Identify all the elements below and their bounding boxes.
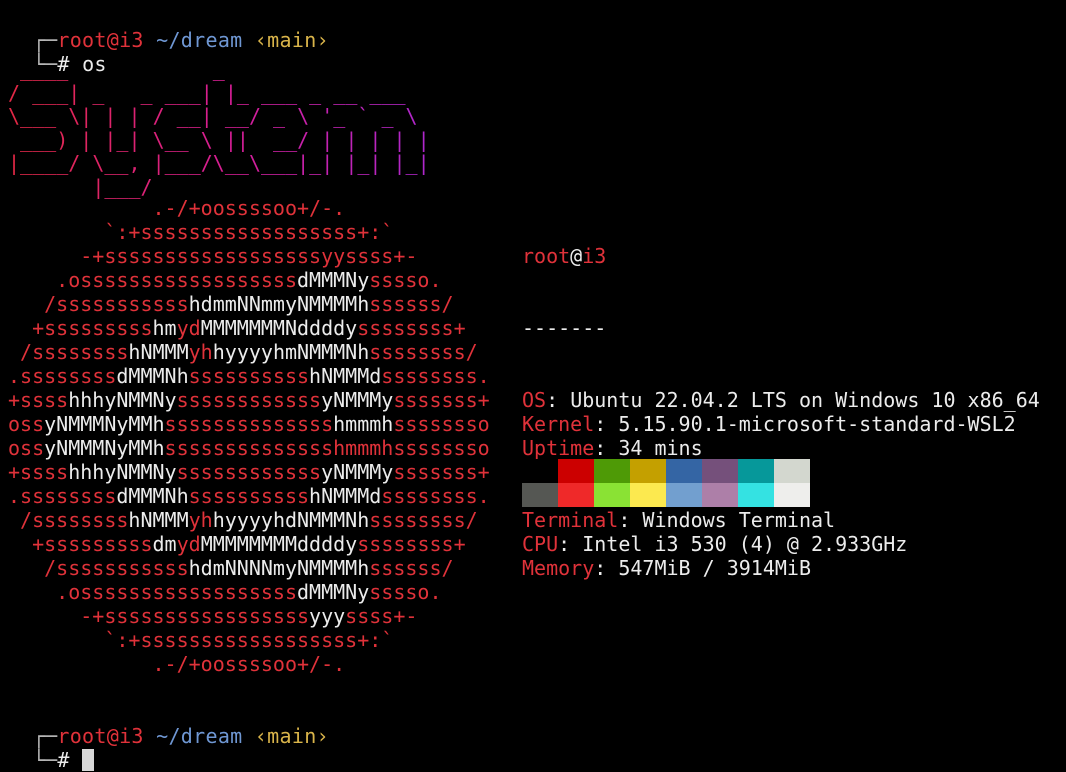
prompt-line-2: ┌─root@i3 ~/dream ‹main› <box>8 700 329 748</box>
logo-line: .ossssssssssssssssssdMMMNysssso. <box>8 268 442 292</box>
ubuntu-ascii-logo: .-/+oossssoo+/-. `:+ssssssssssssssssss+:… <box>8 196 490 676</box>
terminal-cursor[interactable] <box>82 749 95 771</box>
info-row-terminal: Terminal: Windows Terminal <box>522 508 836 532</box>
banner-line: \___ \| | | / __| __/ _ \ '_ ` _ \ <box>8 104 418 128</box>
logo-line: +sssssssssdmydMMMMMMMMddddyssssssss+ <box>8 532 466 556</box>
ascii-banner: ____ _ / ___| _ _ ___| |_ ___ _ __ ___ \__… <box>8 57 430 199</box>
logo-line: +sssshhhyNMMNyssssssssssssyNMMMysssssss+ <box>8 460 490 484</box>
color-swatch-normal-5 <box>702 459 738 483</box>
info-value: 547MiB / 3914MiB <box>618 556 811 580</box>
logo-line: /ssssssssssshdmmNNmmyNMMMMhssssss/ <box>8 292 454 316</box>
logo-line: .ssssssssdMMMNhsssssssssshNMMMdssssssss. <box>8 484 490 508</box>
banner-line: ___) | |_| \__ \ || __/ | | | | | <box>20 127 430 152</box>
info-key: CPU <box>522 532 559 556</box>
prompt-git-branch-2: ‹main› <box>254 724 329 748</box>
prompt-git-branch: ‹main› <box>254 28 329 52</box>
info-host: i3 <box>582 244 607 268</box>
info-key: Kernel <box>522 412 595 436</box>
color-swatch-bright-2 <box>594 483 630 507</box>
color-swatch-normal-4 <box>666 459 702 483</box>
info-row-memory: Memory: 547MiB / 3914MiB <box>522 556 811 580</box>
logo-line: ossyNMMMNyMMhsssssssssssssshmmmhssssssso <box>8 412 490 436</box>
color-swatch-normal-2 <box>594 459 630 483</box>
color-swatch-bright-1 <box>558 483 594 507</box>
color-swatch-bright-0 <box>522 483 558 507</box>
prompt-path: ~/dream <box>156 28 243 52</box>
color-swatch-normal-6 <box>738 459 774 483</box>
color-swatch-normal-7 <box>774 459 810 483</box>
logo-line: -+ssssssssssssssssssyyssss+- <box>8 244 418 268</box>
color-swatch-bright-3 <box>630 483 666 507</box>
info-value: Windows Terminal <box>642 508 836 532</box>
command-line-1: └─# os <box>8 28 107 76</box>
logo-line: .ossssssssssssssssssdMMMNysssso. <box>8 580 442 604</box>
logo-line: .-/+oossssoo+/-. <box>8 652 346 676</box>
prompt-symbol-2: # <box>57 748 70 772</box>
logo-line: +sssshhhyNMMNyssssssssssssyNMMMysssssss+ <box>8 388 490 412</box>
prompt-path-2: ~/dream <box>156 724 243 748</box>
info-user: root <box>522 244 571 268</box>
prompt-corner-bottom-2: └─ <box>32 748 58 772</box>
logo-line: `:+ssssssssssssssssss+:` <box>8 628 394 652</box>
system-info-panel: root@i3 ------- OS: Ubuntu 22.04.2 LTS o… <box>522 196 1040 604</box>
logo-line: `:+ssssssssssssssssss+:` <box>8 220 394 244</box>
logo-line: .ssssssssdMMMNhsssssssssshNMMMdssssssss. <box>8 364 490 388</box>
terminal-color-palette <box>522 459 810 507</box>
color-swatch-bright-4 <box>666 483 702 507</box>
logo-line: ossyNMMMNyMMhsssssssssssssshmmmhssssssso <box>8 436 490 460</box>
prompt-line-1: ┌─root@i3 ~/dream ‹main› <box>8 4 329 52</box>
logo-line: +ssssssssshmydMMMMMMMNddddyssssssss+ <box>8 316 466 340</box>
info-key: OS <box>522 388 547 412</box>
logo-line: /sssssssshNMMMyhhyyyyhmNMMMNhssssssss/ <box>8 340 478 364</box>
info-title: root@i3 <box>522 244 1040 268</box>
color-swatch-normal-1 <box>558 459 594 483</box>
color-swatch-bright-7 <box>774 483 810 507</box>
info-key: Uptime <box>522 436 595 460</box>
info-row-kernel: Kernel: 5.15.90.1-microsoft-standard-WSL… <box>522 412 1016 436</box>
banner-line: ____ _ <box>20 57 225 81</box>
logo-line: /ssssssssssshdmNNNNmyNMMMMhssssss/ <box>8 556 454 580</box>
info-row-uptime: Uptime: 34 mins <box>522 436 703 460</box>
color-swatch-bright-6 <box>738 483 774 507</box>
banner-line: |____/ \__, |___/\__\___|_| |_| |_| <box>8 151 430 175</box>
info-separator: ------- <box>522 316 607 340</box>
color-swatch-normal-0 <box>522 459 558 483</box>
logo-line: -+sssssssssssssssssyyyssss+- <box>8 604 418 628</box>
info-value: 5.15.90.1-microsoft-standard-WSL2 <box>618 412 1016 436</box>
info-value: Ubuntu 22.04.2 LTS on Windows 10 x86_64 <box>570 388 1040 412</box>
logo-line: /sssssssshNMMMyhhyyyyhdNMMMNhssssssss/ <box>8 508 478 532</box>
info-at: @ <box>570 244 583 268</box>
info-key: Memory <box>522 556 595 580</box>
info-value: Intel i3 530 (4) @ 2.933GHz <box>582 532 908 556</box>
banner-line: / ___| _ _ ___| |_ ___ _ __ ___ <box>8 80 406 105</box>
color-swatch-normal-3 <box>630 459 666 483</box>
command-line-2[interactable]: └─# <box>8 724 95 772</box>
info-row-cpu: CPU: Intel i3 530 (4) @ 2.933GHz <box>522 532 908 556</box>
info-key: Terminal <box>522 508 619 532</box>
color-swatch-bright-5 <box>702 483 738 507</box>
info-row-os: OS: Ubuntu 22.04.2 LTS on Windows 10 x86… <box>522 388 1040 412</box>
info-value: 34 mins <box>618 436 703 460</box>
logo-line: .-/+oossssoo+/-. <box>8 196 346 220</box>
